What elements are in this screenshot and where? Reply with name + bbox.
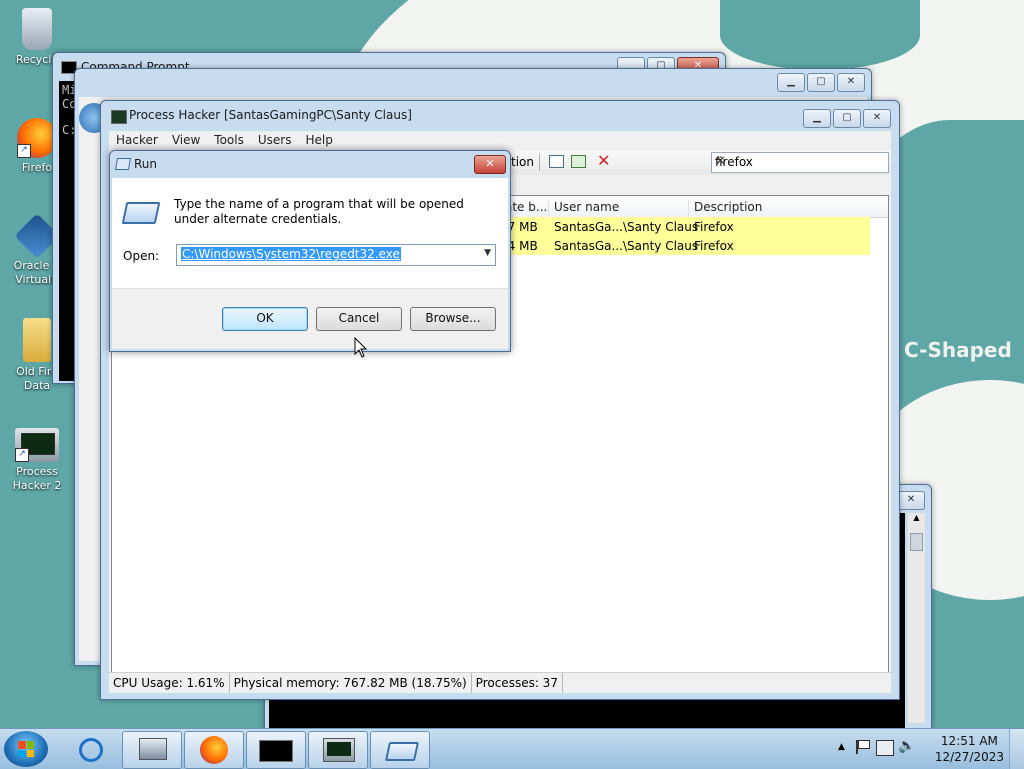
dialog-footer: OK Cancel Browse... <box>112 288 508 349</box>
wallpaper-text: C-Shaped <box>904 338 1012 362</box>
maximize-button[interactable]: ▢ <box>807 73 835 92</box>
minimize-button[interactable]: ▁ <box>777 73 805 92</box>
recycle-bin-icon <box>22 8 52 50</box>
status-bar: CPU Usage: 1.61% Physical memory: 767.82… <box>109 672 891 693</box>
command-prompt-icon <box>259 740 293 762</box>
menu-tools[interactable]: Tools <box>207 131 251 151</box>
clear-search-icon[interactable]: ✕ <box>715 154 884 169</box>
window-title: Process Hacker [SantasGamingPC\Santy Cla… <box>129 108 412 122</box>
menu-bar: Hacker View Tools Users Help <box>109 131 891 151</box>
start-button[interactable] <box>4 731 48 767</box>
run-icon <box>114 158 132 170</box>
close-button[interactable]: ✕ <box>474 155 506 174</box>
menu-view[interactable]: View <box>165 131 207 151</box>
run-description: Type the name of a program that will be … <box>174 197 464 226</box>
firefox-icon: ↗ <box>17 118 57 158</box>
taskbar-item-process-hacker[interactable] <box>308 731 368 769</box>
folder-icon <box>23 318 51 362</box>
terminate-icon[interactable]: ✕ <box>597 151 610 170</box>
network-status-icon[interactable] <box>876 740 894 756</box>
taskbar-item-internet-explorer[interactable] <box>62 731 122 769</box>
toolbar-separator <box>539 154 540 171</box>
minimize-button[interactable]: ▁ <box>803 109 831 128</box>
open-combobox[interactable]: C:\Windows\System32\regedt32.exe ▼ <box>176 244 496 266</box>
clock-date: 12/27/2023 <box>934 750 1004 764</box>
taskbar: ▲ 🔈 12:51 AM 12/27/2023 <box>0 728 1024 769</box>
internet-explorer-icon <box>79 738 103 762</box>
taskbar-item-network[interactable] <box>122 731 182 769</box>
window-titlebar[interactable]: Process Hacker [SantasGamingPC\Santy Cla… <box>101 101 899 129</box>
cell-user: SantasGa...\Santy Claus <box>554 239 699 253</box>
scroll-up-icon[interactable]: ▲ <box>908 513 925 529</box>
clock-time: 12:51 AM <box>940 734 998 748</box>
action-center-flag-icon[interactable] <box>856 740 870 754</box>
ok-button[interactable]: OK <box>222 307 308 331</box>
run-dialog[interactable]: Run ✕ Type the name of a program that wi… <box>109 150 511 352</box>
run-dialog-body: Type the name of a program that will be … <box>112 178 508 349</box>
run-program-icon <box>121 202 161 224</box>
close-button[interactable]: ✕ <box>897 491 925 510</box>
run-icon <box>384 742 420 761</box>
show-desktop-button[interactable] <box>1009 729 1024 769</box>
desktop-icon-label: Process Hacker 2 <box>12 465 62 492</box>
taskbar-item-run[interactable] <box>370 731 430 769</box>
menu-help[interactable]: Help <box>298 131 339 151</box>
dropdown-arrow-icon[interactable]: ▼ <box>484 248 491 258</box>
desktop-icon-process-hacker[interactable]: ↗ Process Hacker 2 <box>2 428 72 493</box>
search-input[interactable]: firefox ✕ <box>711 152 889 173</box>
open-field-value[interactable]: C:\Windows\System32\regedt32.exe <box>181 247 401 261</box>
process-hacker-icon <box>323 738 355 762</box>
window-icon[interactable] <box>549 155 564 168</box>
cell-user: SantasGa...\Santy Claus <box>554 220 699 234</box>
menu-users[interactable]: Users <box>251 131 299 151</box>
toolbar-label[interactable]: tion <box>511 155 534 169</box>
column-user-name[interactable]: User name <box>548 200 684 216</box>
volume-muted-icon[interactable]: 🔈 <box>898 738 915 754</box>
firefox-icon <box>200 736 228 764</box>
dialog-title: Run <box>134 157 158 171</box>
shortcut-arrow-icon: ↗ <box>17 144 31 158</box>
cell-description: Firefox <box>694 220 734 234</box>
close-button[interactable]: ✕ <box>863 109 891 128</box>
status-processes: Processes: 37 <box>472 673 563 693</box>
network-icon <box>139 738 167 760</box>
scroll-thumb[interactable] <box>910 533 923 551</box>
show-hidden-icons-icon[interactable]: ▲ <box>838 742 845 752</box>
window-titlebar[interactable]: ▁ ▢ ✕ <box>75 69 871 97</box>
column-description[interactable]: Description <box>688 200 864 216</box>
cancel-button[interactable]: Cancel <box>316 307 402 331</box>
find-window-icon[interactable] <box>571 155 586 168</box>
status-memory: Physical memory: 767.82 MB (18.75%) <box>230 673 472 693</box>
taskbar-item-command-prompt[interactable] <box>246 731 306 769</box>
process-hacker-icon <box>111 110 127 124</box>
mouse-cursor-icon <box>354 337 368 358</box>
shortcut-arrow-icon: ↗ <box>15 448 29 462</box>
cell-description: Firefox <box>694 239 734 253</box>
system-tray: ▲ 🔈 12:51 AM 12/27/2023 <box>834 729 1024 769</box>
browse-button[interactable]: Browse... <box>410 307 496 331</box>
status-cpu: CPU Usage: 1.61% <box>109 673 230 693</box>
open-label: Open: <box>123 249 160 263</box>
maximize-button[interactable]: ▢ <box>833 109 861 128</box>
taskbar-item-firefox[interactable] <box>184 731 244 769</box>
process-hacker-icon: ↗ <box>15 428 59 462</box>
taskbar-clock[interactable]: 12:51 AM 12/27/2023 <box>935 733 1004 765</box>
vertical-scrollbar[interactable]: ▲ <box>908 513 925 723</box>
close-button[interactable]: ✕ <box>837 73 865 92</box>
menu-hacker[interactable]: Hacker <box>109 131 165 151</box>
windows-logo-icon <box>18 741 34 757</box>
